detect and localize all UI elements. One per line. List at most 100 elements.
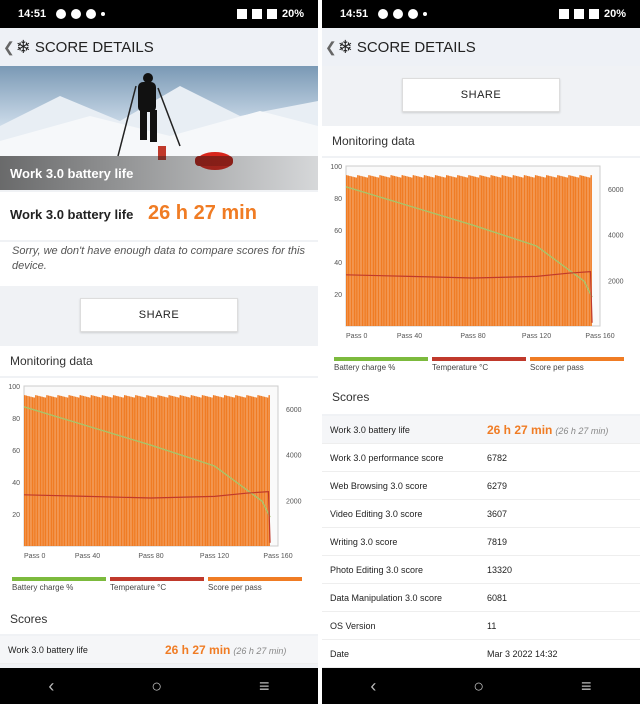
- nav-recents-icon[interactable]: ≡: [259, 676, 270, 697]
- score-row: Data Manipulation 3.0 score 6081: [322, 584, 640, 612]
- score-bar: [89, 397, 91, 546]
- x-tick-label: Pass 40: [75, 553, 100, 560]
- score-bar: [260, 395, 262, 546]
- share-button[interactable]: SHARE: [402, 78, 560, 112]
- score-bar: [368, 175, 370, 326]
- score-bar: [496, 176, 499, 326]
- score-bar: [580, 175, 583, 326]
- score-bar: [582, 175, 584, 326]
- wifi-icon: [573, 9, 584, 19]
- share-button[interactable]: SHARE: [80, 298, 238, 332]
- score-label: Work 3.0 battery life: [330, 424, 410, 435]
- score-bar: [522, 177, 524, 326]
- score-bar: [411, 177, 413, 326]
- nav-back-icon[interactable]: ‹: [48, 676, 54, 697]
- score-bar: [509, 177, 511, 326]
- score-bar: [70, 395, 72, 546]
- score-bar: [197, 396, 199, 546]
- score-bar: [414, 175, 416, 326]
- score-bar: [446, 175, 448, 326]
- right-tick-label: 2000: [608, 278, 624, 285]
- x-tick-label: Pass 120: [200, 553, 229, 560]
- score-bar: [457, 175, 459, 326]
- score-bar: [162, 396, 164, 546]
- nav-home-icon[interactable]: ○: [151, 676, 162, 697]
- score-bar: [254, 397, 256, 546]
- score-bar: [536, 175, 538, 326]
- score-value: 7819: [487, 536, 508, 547]
- score-value: 6782: [487, 452, 508, 463]
- score-bar: [90, 395, 93, 546]
- status-battery: 20%: [281, 8, 304, 20]
- score-bar: [358, 175, 361, 326]
- score-bar: [152, 396, 155, 546]
- score-bar: [112, 395, 115, 546]
- score-bar: [101, 395, 104, 546]
- sorry-card: Sorry, we don't have enough data to comp…: [0, 242, 318, 286]
- score-bar: [176, 397, 178, 546]
- score-bar: [139, 396, 142, 546]
- score-value: 6279: [487, 480, 508, 491]
- score-bar: [235, 395, 237, 546]
- status-time: 14:51: [340, 8, 369, 20]
- vpn-icon: [86, 9, 97, 19]
- score-bar: [128, 396, 131, 546]
- score-row: Web Browsing 3.0 score 6279: [322, 472, 640, 500]
- score-bar: [428, 176, 430, 326]
- score-bar: [507, 176, 510, 326]
- score-bar: [138, 395, 140, 546]
- back-icon[interactable]: ❮: [325, 39, 337, 56]
- score-bar: [73, 396, 75, 546]
- score-bar: [480, 175, 483, 326]
- score-bar: [515, 175, 518, 326]
- score-bar: [231, 397, 234, 546]
- left-tick-label: 20: [334, 292, 342, 299]
- back-icon[interactable]: ❮: [3, 39, 15, 56]
- x-tick-label: Pass 80: [460, 333, 485, 340]
- score-bar: [371, 175, 373, 326]
- score-bar: [228, 396, 231, 546]
- score-bar: [195, 396, 197, 546]
- legend-battery: Battery charge %: [334, 357, 428, 372]
- score-bar: [490, 175, 492, 326]
- nav-home-icon[interactable]: ○: [473, 676, 484, 697]
- score-bar: [49, 395, 51, 546]
- score-bar: [374, 176, 377, 326]
- score-bar: [212, 395, 215, 546]
- score-bar: [563, 176, 565, 326]
- score-bar: [520, 177, 523, 326]
- score-bar: [523, 175, 526, 326]
- score-bar: [81, 395, 83, 546]
- score-bar: [54, 397, 56, 546]
- score-bar: [84, 396, 86, 546]
- monitoring-header: Monitoring data: [322, 126, 640, 156]
- score-bar: [531, 177, 534, 326]
- x-tick-label: Pass 40: [397, 333, 422, 340]
- score-bar: [38, 395, 40, 546]
- score-bar: [198, 397, 201, 546]
- score-bar: [97, 396, 99, 546]
- scores-header: Scores: [322, 384, 640, 414]
- system-nav-bar: ‹ ○ ≡: [322, 668, 640, 704]
- summary-value: 26 h 27 min: [148, 202, 257, 224]
- score-bar: [363, 176, 365, 326]
- score-bar: [395, 176, 397, 326]
- score-bar: [426, 175, 429, 326]
- score-bar: [87, 397, 89, 546]
- settings-icon: [378, 9, 389, 19]
- score-bar: [266, 397, 269, 546]
- scores-title: Scores: [332, 390, 370, 404]
- nav-back-icon[interactable]: ‹: [370, 676, 376, 697]
- score-bar: [530, 176, 532, 326]
- score-bar: [353, 177, 356, 326]
- score-bar: [584, 176, 586, 326]
- score-bar: [557, 175, 559, 326]
- x-tick-label: Pass 160: [585, 333, 614, 340]
- score-bar: [251, 396, 253, 546]
- score-bar: [433, 177, 435, 326]
- score-bar: [111, 397, 113, 546]
- nav-recents-icon[interactable]: ≡: [581, 676, 592, 697]
- score-bar: [430, 176, 432, 326]
- left-tick-label: 80: [12, 416, 20, 423]
- score-bar: [247, 395, 250, 546]
